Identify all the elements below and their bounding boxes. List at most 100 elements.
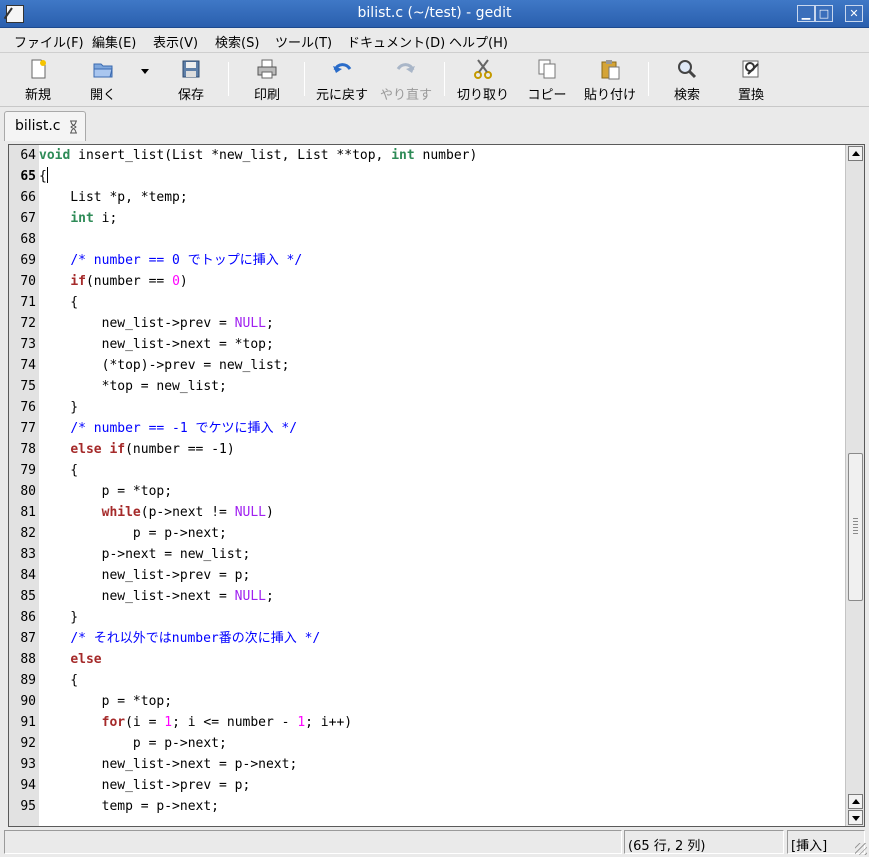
code-line[interactable]: new_list->prev = p; — [39, 565, 251, 586]
undo-button[interactable]: 元に戻す — [315, 58, 369, 104]
code-area[interactable]: void insert_list(List *new_list, List **… — [39, 145, 845, 826]
paste-button[interactable]: 貼り付け — [584, 58, 636, 104]
code-line[interactable]: p = *top; — [39, 481, 172, 502]
code-line[interactable]: void insert_list(List *new_list, List **… — [39, 145, 477, 166]
code-line[interactable]: int i; — [39, 208, 117, 229]
line-number: 75 — [20, 379, 36, 394]
code-line[interactable]: new_list->next = *top; — [39, 334, 274, 355]
code-line[interactable]: /* number == -1 でケツに挿入 */ — [39, 418, 297, 439]
line-number: 86 — [20, 610, 36, 625]
code-line[interactable]: else — [39, 649, 101, 670]
toolbar: 新規 開く 保存 印刷 元に戻す やり直す 切り取り コピー 貼り付け 検索 置… — [0, 54, 869, 107]
text-editor[interactable]: 64 65 66 67 68 69 70 71 72 73 74 75 76 77 78 79 80 81 82 83… — [8, 144, 865, 827]
line-number: 66 — [20, 190, 36, 205]
menu-file[interactable]: ファイル(F) — [14, 32, 84, 51]
code-line[interactable]: new_list->prev = p; — [39, 775, 251, 796]
code-line[interactable]: { — [39, 292, 78, 313]
code-line[interactable]: } — [39, 607, 78, 628]
menu-view[interactable]: 表示(V) — [153, 32, 198, 51]
code-line[interactable]: } — [39, 397, 78, 418]
line-number: 71 — [20, 295, 36, 310]
undo-button-label: 元に戻す — [315, 88, 368, 103]
redo-button-label: やり直す — [380, 88, 433, 103]
cut-button-label: 切り取り — [457, 88, 510, 103]
code-line[interactable]: else if(number == -1) — [39, 439, 234, 460]
redo-arrow-icon — [396, 63, 415, 73]
print-button[interactable]: 印刷 — [250, 58, 284, 104]
replace-icon — [742, 60, 759, 78]
code-line[interactable]: new_list->next = NULL; — [39, 586, 274, 607]
close-icon[interactable]: ✕ — [845, 5, 863, 22]
code-line[interactable]: *top = new_list; — [39, 376, 227, 397]
replace-button[interactable]: 置換 — [736, 58, 766, 104]
open-recent-dropdown[interactable] — [138, 58, 152, 104]
replace-button-label: 置換 — [737, 88, 764, 103]
line-number: 79 — [20, 463, 36, 478]
vertical-scrollbar[interactable] — [845, 145, 864, 826]
scroll-up-arrow-icon — [852, 151, 860, 156]
scroll-down-arrow-icon — [852, 816, 860, 821]
code-line[interactable]: /* それ以外ではnumber番の次に挿入 */ — [39, 628, 320, 649]
code-line[interactable]: if(number == 0) — [39, 271, 187, 292]
new-button[interactable]: 新規 — [20, 58, 56, 104]
code-line[interactable]: { — [39, 670, 78, 691]
code-line[interactable]: temp = p->next; — [39, 796, 219, 817]
line-number: 90 — [20, 694, 36, 709]
code-line[interactable]: while(p->next != NULL) — [39, 502, 274, 523]
code-line[interactable]: /* number == 0 でトップに挿入 */ — [39, 250, 302, 271]
line-number: 87 — [20, 631, 36, 646]
line-number: 67 — [20, 211, 36, 226]
menu-search[interactable]: 検索(S) — [215, 32, 259, 51]
code-line[interactable]: for(i = 1; i <= number - 1; i++) — [39, 712, 352, 733]
menu-edit[interactable]: 編集(E) — [92, 32, 136, 51]
line-number: 72 — [20, 316, 36, 331]
scrollbar-thumb[interactable] — [848, 453, 863, 601]
tab-bilist-c[interactable]: bilist.c — [4, 111, 86, 141]
scroll-up-button[interactable] — [848, 146, 863, 161]
line-number: 74 — [20, 358, 36, 373]
status-bar: (65 行, 2 列) [挿入] — [0, 829, 869, 857]
window-title: bilist.c (~/test) - gedit — [357, 5, 512, 21]
scroll-up-button-bottom[interactable] — [848, 794, 863, 809]
code-line[interactable]: { — [39, 166, 48, 187]
menu-help[interactable]: ヘルプ(H) — [449, 32, 508, 51]
scroll-down-button[interactable] — [848, 810, 863, 825]
copy-button[interactable]: コピー — [527, 58, 567, 104]
insert-mode: [挿入] — [791, 839, 828, 854]
print-button-label: 印刷 — [253, 88, 280, 103]
copy-button-label: コピー — [527, 88, 567, 103]
document-tabs: bilist.c — [0, 108, 869, 141]
text-cursor — [46, 167, 48, 183]
insert-mode-panel: [挿入] — [787, 830, 865, 854]
menu-tools[interactable]: ツール(T) — [275, 32, 332, 51]
copy-documents-icon — [538, 59, 556, 79]
code-line[interactable]: p = *top; — [39, 691, 172, 712]
find-button[interactable]: 検索 — [672, 58, 702, 104]
line-number: 88 — [20, 652, 36, 667]
line-number: 70 — [20, 274, 36, 289]
maximize-icon[interactable]: □ — [815, 5, 833, 22]
cut-button[interactable]: 切り取り — [457, 58, 509, 104]
magnifier-icon — [678, 60, 697, 79]
line-number: 78 — [20, 442, 36, 457]
code-line[interactable]: (*top)->prev = new_list; — [39, 355, 290, 376]
code-line[interactable]: new_list->prev = NULL; — [39, 313, 274, 334]
line-number: 73 — [20, 337, 36, 352]
redo-button[interactable]: やり直す — [380, 58, 432, 104]
minimize-icon[interactable]: ▁ — [797, 5, 815, 22]
menu-documents[interactable]: ドキュメント(D) — [347, 32, 445, 51]
code-line[interactable]: p = p->next; — [39, 523, 227, 544]
save-button[interactable]: 保存 — [175, 58, 207, 104]
line-number: 80 — [20, 484, 36, 499]
resize-grip-icon[interactable] — [855, 843, 867, 855]
code-line[interactable]: List *p, *temp; — [39, 187, 187, 208]
line-number: 84 — [20, 568, 36, 583]
code-line[interactable]: { — [39, 460, 78, 481]
hourglass-icon — [70, 120, 77, 134]
line-number: 76 — [20, 400, 36, 415]
code-line[interactable]: new_list->next = p->next; — [39, 754, 298, 775]
open-button[interactable]: 開く — [86, 58, 120, 104]
code-line[interactable]: p->next = new_list; — [39, 544, 251, 565]
save-button-label: 保存 — [177, 88, 204, 103]
code-line[interactable]: p = p->next; — [39, 733, 227, 754]
